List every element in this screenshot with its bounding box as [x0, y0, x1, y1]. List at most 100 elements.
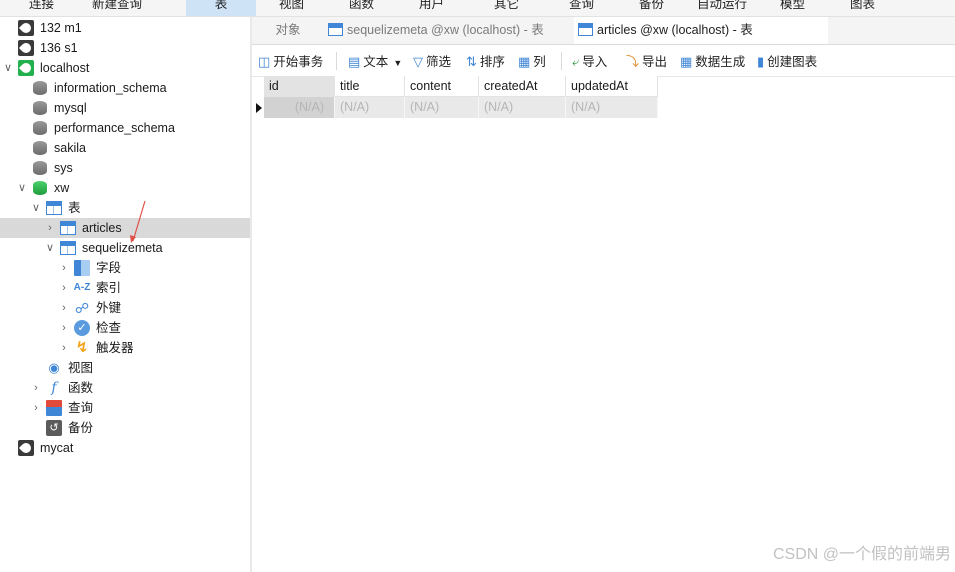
- query-icon: [46, 400, 62, 416]
- tree-connection-m1[interactable]: 132 m1: [0, 18, 250, 38]
- tree-backups[interactable]: ↺ 备份: [0, 418, 250, 438]
- chevron-right-icon[interactable]: ›: [44, 218, 56, 238]
- function-icon: f: [51, 380, 57, 396]
- toolbar-table[interactable]: 表: [186, 0, 256, 16]
- toolbar-connect[interactable]: 连接: [29, 0, 54, 16]
- create-chart-button[interactable]: ▮ 创建图表: [757, 45, 817, 76]
- main-toolbar: 连接 新建查询 表 视图 函数 用户 其它 查询 备份 自动运行 模型 图表: [0, 0, 955, 17]
- filter-icon: ▽: [413, 54, 423, 69]
- chevron-right-icon[interactable]: ›: [30, 378, 42, 398]
- chevron-right-icon[interactable]: ›: [58, 278, 70, 298]
- connection-icon: [18, 440, 34, 456]
- button-label: 排序: [479, 55, 505, 69]
- begin-transaction-button[interactable]: ◫ 开始事务: [258, 45, 323, 76]
- table-cell[interactable]: (N/A): [264, 97, 335, 118]
- tree-views[interactable]: ◉ 视图: [0, 358, 250, 378]
- tree-db-sakila[interactable]: sakila: [0, 138, 250, 158]
- table-cell[interactable]: (N/A): [479, 97, 566, 118]
- tree-triggers[interactable]: › ↯ 触发器: [0, 338, 250, 358]
- tree-db-performance-schema[interactable]: performance_schema: [0, 118, 250, 138]
- tree-label: 函数: [68, 381, 94, 395]
- tree-connection-s1[interactable]: 136 s1: [0, 38, 250, 58]
- tree-label: 查询: [68, 401, 94, 415]
- chevron-right-icon[interactable]: ›: [58, 338, 70, 358]
- filter-button[interactable]: ▽ 筛选: [413, 45, 451, 76]
- tree-db-sys[interactable]: sys: [0, 158, 250, 178]
- tree-label: 检查: [96, 321, 122, 335]
- toolbar-function[interactable]: 函数: [349, 0, 374, 16]
- table-toolbar: ◫ 开始事务 ▤ 文本 ▼ ▽ 筛选 ⇅ 排序 ▦ 列 ⤶ 导入 ⤵ 导出 ▦ 数据生成 ▮ 创建图…: [252, 45, 955, 77]
- toolbar-backup[interactable]: 备份: [639, 0, 664, 16]
- chevron-right-icon[interactable]: ›: [58, 258, 70, 278]
- tree-connection-mycat[interactable]: mycat: [0, 438, 250, 458]
- chevron-right-icon[interactable]: ›: [58, 298, 70, 318]
- panel-divider[interactable]: [250, 17, 252, 572]
- table-cell[interactable]: (N/A): [335, 97, 405, 118]
- column-header-id[interactable]: id: [264, 76, 335, 97]
- columns-button[interactable]: ▦ 列: [518, 45, 546, 76]
- connection-icon: [18, 20, 34, 36]
- chevron-down-icon[interactable]: ∨: [16, 178, 28, 198]
- toolbar-model[interactable]: 模型: [780, 0, 805, 16]
- tree-label: articles: [82, 221, 122, 235]
- tree-connection-localhost[interactable]: ∨ localhost: [0, 58, 250, 78]
- tree-label: 132 m1: [40, 21, 82, 35]
- table-cell[interactable]: (N/A): [566, 97, 658, 118]
- toolbar-automation[interactable]: 自动运行: [697, 0, 747, 16]
- button-label: 筛选: [426, 55, 452, 69]
- export-button[interactable]: ⤵ 导出: [626, 45, 667, 76]
- toolbar-query[interactable]: 查询: [569, 0, 594, 16]
- data-generation-icon: ▦: [680, 54, 693, 69]
- database-icon: [33, 160, 47, 176]
- toolbar-new-query[interactable]: 新建查询: [92, 0, 142, 16]
- import-button[interactable]: ⤶ 导入: [572, 45, 607, 76]
- sort-button[interactable]: ⇅ 排序: [466, 45, 505, 76]
- tree-db-information-schema[interactable]: information_schema: [0, 78, 250, 98]
- tree-checks[interactable]: › ✓ 检查: [0, 318, 250, 338]
- toolbar-user[interactable]: 用户: [419, 0, 444, 16]
- toolbar-chart[interactable]: 图表: [850, 0, 875, 16]
- tree-label: 字段: [96, 261, 122, 275]
- tree-indexes[interactable]: › A-Z 索引: [0, 278, 250, 298]
- tree-table-articles[interactable]: › articles: [0, 218, 250, 238]
- toolbar-view[interactable]: 视图: [279, 0, 304, 16]
- tree-fields[interactable]: › 字段: [0, 258, 250, 278]
- text-button[interactable]: ▤ 文本 ▼: [348, 45, 402, 76]
- column-header-createdAt[interactable]: createdAt: [479, 76, 566, 97]
- tree-label: information_schema: [54, 81, 167, 95]
- column-header-title[interactable]: title: [335, 76, 405, 97]
- dropdown-caret-icon: ▼: [393, 58, 403, 68]
- tree-table-sequelizemeta[interactable]: ∨ sequelizemeta: [0, 238, 250, 258]
- chevron-down-icon[interactable]: ∨: [2, 58, 14, 78]
- tree-label: mysql: [54, 101, 87, 115]
- separator: [561, 52, 562, 70]
- button-label: 列: [533, 55, 546, 69]
- chart-icon: ▮: [757, 54, 765, 69]
- watermark: CSDN @一个假的前端男: [772, 546, 951, 563]
- tree-db-mysql[interactable]: mysql: [0, 98, 250, 118]
- data-generation-button[interactable]: ▦ 数据生成: [680, 45, 745, 76]
- button-label: 文本: [363, 55, 389, 69]
- chevron-down-icon[interactable]: ∨: [30, 198, 42, 218]
- tree-foreign-keys[interactable]: › ☍ 外键: [0, 298, 250, 318]
- document-icon: ▤: [348, 54, 361, 69]
- table-cell[interactable]: (N/A): [405, 97, 479, 118]
- check-icon: ✓: [74, 320, 90, 336]
- column-header-content[interactable]: content: [405, 76, 479, 97]
- toolbar-other[interactable]: 其它: [494, 0, 519, 16]
- tree-label: 表: [68, 201, 81, 215]
- tree-queries[interactable]: › 查询: [0, 398, 250, 418]
- chevron-down-icon[interactable]: ∨: [44, 238, 56, 258]
- chevron-right-icon[interactable]: ›: [58, 318, 70, 338]
- tree-functions[interactable]: › f 函数: [0, 378, 250, 398]
- button-label: 开始事务: [273, 55, 324, 69]
- chevron-right-icon[interactable]: ›: [30, 398, 42, 418]
- tree-db-xw[interactable]: ∨ xw: [0, 178, 250, 198]
- tab-sequelizemeta[interactable]: sequelizemeta @xw (localhost) - 表: [324, 17, 576, 44]
- tab-articles[interactable]: articles @xw (localhost) - 表: [574, 17, 828, 44]
- button-label: 创建图表: [767, 55, 818, 69]
- tab-label: articles @xw (localhost) - 表: [597, 23, 753, 37]
- tree-tables-folder[interactable]: ∨ 表: [0, 198, 250, 218]
- column-header-updatedAt[interactable]: updatedAt: [566, 76, 658, 97]
- tab-objects[interactable]: 对象: [252, 17, 324, 44]
